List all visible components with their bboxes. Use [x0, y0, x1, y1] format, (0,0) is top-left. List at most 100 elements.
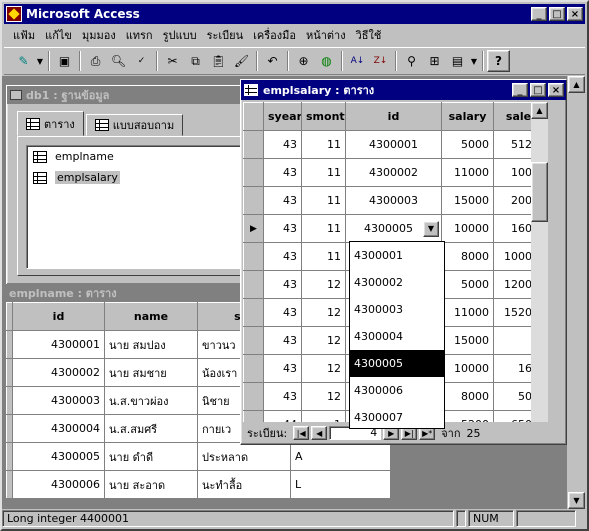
cell-smonth[interactable]: 12	[301, 382, 346, 411]
cell-id[interactable]: 4300002	[345, 158, 442, 187]
table-row[interactable]: 4300005 นาย ดำดี ประหลาด A	[6, 442, 391, 471]
table-row-current[interactable]: ▶4311 4300005 ▼ 100001600	[243, 214, 533, 243]
menu-file[interactable]: แฟ้ม	[8, 26, 40, 44]
table-row[interactable]: 4300006 นาย สะอาด นะทำลื้อ L	[6, 470, 391, 499]
database-window-title[interactable]: db1 : ฐานข้อมูล	[7, 86, 255, 104]
cell-surname[interactable]: นะทำลื้อ	[197, 470, 291, 499]
tab-tables[interactable]: ตาราง	[17, 111, 84, 136]
cell-extra[interactable]: A	[290, 442, 391, 471]
menu-edit[interactable]: แก้ไข	[40, 26, 77, 44]
cell-sale[interactable]: 1000	[493, 158, 533, 187]
title-bar[interactable]: Microsoft Access _ □ ×	[4, 4, 585, 24]
previous-record-icon[interactable]: ◀	[311, 426, 328, 440]
cell-sale[interactable]: 15200	[493, 298, 533, 327]
cell-syear[interactable]: 43	[263, 242, 302, 271]
undo-icon[interactable]: ↶	[261, 50, 284, 72]
row-selector[interactable]	[243, 382, 264, 411]
window-close-button[interactable]: ×	[548, 83, 564, 97]
cell-salary[interactable]: 8000	[441, 242, 494, 271]
cell-smonth[interactable]: 12	[301, 270, 346, 299]
cell-sale[interactable]: 5120	[493, 130, 533, 159]
cell-id[interactable]: 4300004	[12, 414, 105, 443]
cell-sale[interactable]: 10000	[493, 242, 533, 271]
cell-name[interactable]: นาย สมปอง	[104, 330, 198, 359]
cell-sale[interactable]: 12000	[493, 270, 533, 299]
cell-smonth[interactable]: 11	[301, 242, 346, 271]
cell-syear[interactable]: 43	[263, 354, 302, 383]
cell-salary[interactable]: 15000	[441, 326, 494, 355]
row-selector[interactable]	[243, 130, 264, 159]
cell-salary[interactable]: 5000	[441, 270, 494, 299]
scroll-thumb[interactable]	[531, 162, 548, 222]
workspace-scrollbar[interactable]: ▲ ▼	[568, 76, 585, 509]
cell-name[interactable]: นาย สะอาด	[104, 470, 198, 499]
cell-syear[interactable]: 43	[263, 382, 302, 411]
cell-syear[interactable]: 43	[263, 186, 302, 215]
print-preview-icon[interactable]: 🔍︎	[107, 50, 130, 72]
emplsalary-vscroll[interactable]: ▲	[531, 102, 548, 422]
column-header-sale[interactable]: sale	[493, 102, 533, 131]
cell-surname[interactable]: ประหลาด	[197, 442, 291, 471]
cell-salary[interactable]: 10000	[441, 354, 494, 383]
cell-salary[interactable]: 5000	[441, 130, 494, 159]
maximize-button[interactable]: □	[549, 7, 565, 21]
cell-smonth[interactable]: 11	[301, 130, 346, 159]
cell-name[interactable]: นาย ดำดี	[104, 442, 198, 471]
cell-id[interactable]: 4300001	[345, 130, 442, 159]
print-icon[interactable]: ⎙	[84, 50, 107, 72]
table-row[interactable]: 43114300003150002000	[243, 186, 533, 215]
window-maximize-button[interactable]: □	[530, 83, 546, 97]
cell-syear[interactable]: 43	[263, 270, 302, 299]
menu-view[interactable]: มุมมอง	[77, 26, 121, 44]
cell-syear[interactable]: 44	[263, 410, 302, 422]
cell-smonth[interactable]: 12	[301, 354, 346, 383]
cell-sale[interactable]: 500	[493, 382, 533, 411]
id-dropdown-list[interactable]: 4300001 4300002 4300003 4300004 4300005 …	[349, 241, 445, 429]
cell-salary[interactable]: 11000	[441, 298, 494, 327]
save-icon[interactable]: ▣	[53, 50, 76, 72]
cell-smonth[interactable]: 12	[301, 298, 346, 327]
list-item-emplsalary[interactable]: emplsalary	[27, 167, 240, 188]
cell-name[interactable]: นาย สมชาย	[104, 358, 198, 387]
dropdown-option[interactable]: 4300002	[350, 269, 444, 296]
cell-id[interactable]: 4300003	[12, 386, 105, 415]
dropdown-option[interactable]: 4300006	[350, 377, 444, 404]
filter-by-form-icon[interactable]: ⊞	[423, 50, 446, 72]
menu-help[interactable]: วิธีใช้	[351, 26, 387, 44]
paste-icon[interactable]: 📋︎	[207, 50, 230, 72]
cell-extra[interactable]: L	[290, 470, 391, 499]
table-row[interactable]: 4311430000150005120	[243, 130, 533, 159]
combo-dropdown-arrow-icon[interactable]: ▼	[423, 220, 439, 237]
row-selector[interactable]	[243, 242, 264, 271]
view-dropdown-icon[interactable]: ▼	[35, 50, 45, 72]
dropdown-option[interactable]: 4300001	[350, 242, 444, 269]
cell-salary[interactable]: 11000	[441, 158, 494, 187]
emplsalary-window-title[interactable]: emplsalary : ตาราง _ □ ×	[241, 80, 566, 100]
cell-smonth[interactable]: 12	[301, 326, 346, 355]
insert-hyperlink-icon[interactable]: ⊕	[292, 50, 315, 72]
cell-salary[interactable]: 15000	[441, 186, 494, 215]
spelling-icon[interactable]: ✓	[130, 50, 153, 72]
menu-insert[interactable]: แทรก	[121, 26, 158, 44]
cell-salary[interactable]: 10000	[441, 214, 494, 243]
minimize-button[interactable]: _	[531, 7, 547, 21]
column-header-id[interactable]: id	[345, 102, 442, 131]
cell-smonth[interactable]: 1	[301, 410, 346, 422]
cell-syear[interactable]: 43	[263, 158, 302, 187]
cell-salary[interactable]: 8000	[441, 382, 494, 411]
cell-id[interactable]: 4300006	[12, 470, 105, 499]
cell-sale[interactable]: 0	[493, 326, 533, 355]
cell-smonth[interactable]: 11	[301, 214, 346, 243]
new-object-dropdown-icon[interactable]: ▼	[469, 50, 479, 72]
row-selector[interactable]	[243, 270, 264, 299]
sort-descending-icon[interactable]: Z↓	[369, 50, 392, 72]
cell-syear[interactable]: 43	[263, 214, 302, 243]
row-selector-header[interactable]	[243, 102, 264, 131]
close-button[interactable]: ×	[567, 7, 583, 21]
new-object-icon[interactable]: ▤	[446, 50, 469, 72]
filter-by-selection-icon[interactable]: ⚲	[400, 50, 423, 72]
cut-icon[interactable]: ✂	[161, 50, 184, 72]
cell-sale[interactable]: 2000	[493, 186, 533, 215]
copy-icon[interactable]: ⧉	[184, 50, 207, 72]
column-header-syear[interactable]: syear	[263, 102, 302, 131]
